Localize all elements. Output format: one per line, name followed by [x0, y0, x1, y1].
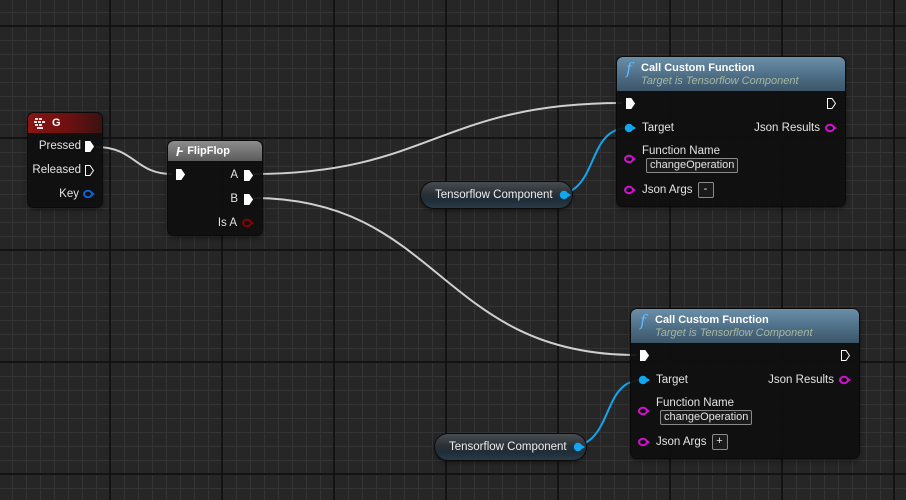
exec-pin-empty-icon[interactable] — [827, 98, 836, 109]
flipflop-icon: Ⱶ — [176, 143, 184, 159]
call-1-json-results-pin[interactable]: Json Results — [754, 122, 837, 134]
key-event-node[interactable]: G Pressed Released Key — [28, 113, 102, 207]
pin-is-a[interactable]: Is A — [218, 217, 254, 229]
call-2-target-label: Target — [656, 374, 688, 386]
json-pin-icon[interactable] — [825, 123, 837, 133]
tensorflow-component-variable-2[interactable]: Tensorflow Component — [435, 434, 586, 460]
call-2-exec-in[interactable] — [640, 350, 649, 361]
call-1-json-results-label: Json Results — [754, 122, 820, 134]
bool-pin-icon[interactable] — [242, 218, 254, 228]
json-pin-icon[interactable] — [638, 437, 650, 447]
call-1-function-name-input[interactable]: changeOperation — [646, 158, 739, 173]
object-pin-icon[interactable] — [559, 190, 571, 200]
call-2-json-args-label: Json Args — [656, 436, 707, 448]
function-icon: f — [626, 59, 632, 78]
pin-a-label: A — [230, 169, 238, 181]
call-2-target-pin[interactable]: Target — [638, 374, 688, 386]
call-1-target-pin[interactable]: Target — [624, 122, 674, 134]
function-icon: f — [640, 311, 646, 330]
flipflop-title: FlipFlop — [187, 145, 230, 157]
exec-pin-filled-icon[interactable] — [626, 98, 635, 109]
pin-pressed-label: Pressed — [38, 140, 81, 152]
call-1-json-args-pin[interactable]: Json Args - — [624, 182, 714, 198]
pin-b[interactable]: B — [230, 193, 253, 205]
call-2-title: Call Custom Function — [655, 313, 769, 326]
call-1-header[interactable]: f Call Custom Function Target is Tensorf… — [617, 57, 845, 91]
exec-pin-filled-icon[interactable] — [244, 169, 253, 181]
call-custom-function-node-2[interactable]: f Call Custom Function Target is Tensorf… — [631, 309, 859, 458]
call-1-title: Call Custom Function — [641, 61, 755, 74]
call-2-function-name-pin[interactable]: Function Name changeOperation — [638, 397, 753, 425]
pin-pressed[interactable]: Pressed — [39, 140, 94, 152]
call-1-exec-in[interactable] — [626, 98, 635, 109]
exec-pin-empty-icon[interactable] — [85, 164, 94, 176]
flipflop-node[interactable]: Ⱶ FlipFlop A B Is A — [168, 141, 262, 235]
json-pin-icon[interactable] — [624, 185, 636, 195]
json-pin-icon[interactable] — [624, 154, 636, 164]
exec-pin-filled-icon[interactable] — [244, 193, 253, 205]
object-pin-icon[interactable] — [638, 375, 650, 385]
wire-b-to-call2 — [252, 197, 637, 356]
pin-a[interactable]: A — [230, 169, 253, 181]
exec-pin-filled-icon[interactable] — [640, 350, 649, 361]
call-1-json-args-label: Json Args — [642, 184, 693, 196]
call-2-json-results-pin[interactable]: Json Results — [768, 374, 851, 386]
call-1-json-args-button[interactable]: - — [697, 182, 714, 198]
call-1-exec-out[interactable] — [827, 98, 836, 109]
object-pin-icon[interactable] — [573, 442, 585, 452]
variable-2-label: Tensorflow Component — [449, 441, 567, 453]
call-1-function-name-pin[interactable]: Function Name changeOperation — [624, 145, 739, 173]
json-pin-icon[interactable] — [638, 406, 650, 416]
call-2-exec-out[interactable] — [841, 350, 850, 361]
struct-pin-icon[interactable] — [83, 189, 95, 199]
flipflop-header[interactable]: Ⱶ FlipFlop — [168, 141, 262, 161]
call-2-function-name-input[interactable]: changeOperation — [660, 410, 753, 425]
json-pin-icon[interactable] — [839, 375, 851, 385]
pin-released[interactable]: Released — [32, 164, 94, 176]
wire-a-to-call1 — [252, 102, 623, 175]
call-1-subtitle: Target is Tensorflow Component — [641, 74, 799, 87]
tensorflow-component-variable-1[interactable]: Tensorflow Component — [421, 182, 572, 208]
call-custom-function-node-1[interactable]: f Call Custom Function Target is Tensorf… — [617, 57, 845, 206]
keyboard-icon — [34, 117, 46, 129]
call-2-subtitle: Target is Tensorflow Component — [655, 326, 813, 339]
call-2-json-results-label: Json Results — [768, 374, 834, 386]
call-1-target-label: Target — [642, 122, 674, 134]
exec-pin-filled-icon[interactable] — [85, 140, 94, 152]
object-pin-icon[interactable] — [624, 123, 636, 133]
call-2-json-args-pin[interactable]: Json Args + — [638, 434, 728, 450]
pin-is-a-label: Is A — [217, 217, 237, 229]
exec-pin-filled-icon[interactable] — [176, 169, 185, 180]
variable-1-label: Tensorflow Component — [435, 189, 553, 201]
pin-released-label: Released — [32, 164, 81, 176]
key-event-header[interactable]: G — [28, 113, 102, 133]
exec-pin-empty-icon[interactable] — [841, 350, 850, 361]
wire-pressed-to-flipflop — [95, 146, 173, 175]
pin-key-label: Key — [59, 188, 79, 200]
key-event-title: G — [52, 117, 61, 129]
pin-key[interactable]: Key — [59, 188, 95, 200]
call-2-header[interactable]: f Call Custom Function Target is Tensorf… — [631, 309, 859, 343]
call-2-json-args-button[interactable]: + — [711, 434, 728, 450]
call-2-function-name-label: Function Name — [656, 397, 734, 409]
call-1-function-name-label: Function Name — [642, 145, 720, 157]
pin-b-label: B — [230, 193, 238, 205]
pin-flipflop-exec-in[interactable] — [176, 169, 185, 180]
